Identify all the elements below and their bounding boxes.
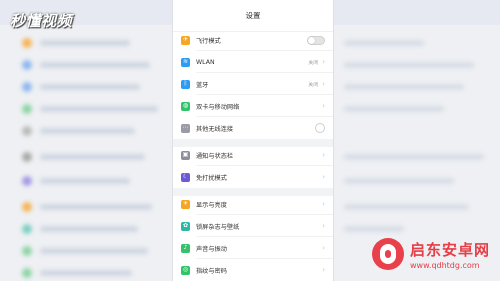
sim-icon: ◍ — [181, 101, 190, 111]
settings-row-label: 通知与状态栏 — [196, 152, 234, 160]
blurred-text — [40, 62, 150, 68]
chevron-right-icon: › — [322, 244, 325, 252]
brand-logo-icon — [372, 238, 404, 270]
chevron-right-icon: › — [322, 151, 325, 159]
blurred-icon — [22, 60, 32, 70]
blurred-text — [40, 248, 148, 254]
page-title: 设置 — [173, 0, 333, 32]
settings-row-display[interactable]: ☀ 显示与亮度 › — [173, 193, 333, 215]
settings-row-sound[interactable]: ♪ 声音与振动 › — [173, 237, 333, 259]
blurred-icon — [22, 38, 32, 48]
blurred-icon — [22, 176, 32, 186]
settings-row-label: 声音与振动 — [196, 245, 227, 253]
sound-icon: ♪ — [181, 243, 190, 253]
blurred-text — [40, 40, 130, 46]
fingerprint-icon: ◎ — [181, 265, 190, 275]
settings-row-airplane-mode[interactable]: ✈ 飞行模式 — [173, 29, 333, 51]
settings-row-label: 免打扰模式 — [196, 174, 227, 182]
blurred-icon — [22, 246, 32, 256]
other-wireless-radio[interactable] — [315, 123, 325, 133]
brand-url: www.qdhtdg.com — [410, 260, 480, 270]
settings-row-label: 显示与亮度 — [196, 201, 227, 209]
settings-row-fingerprint[interactable]: ◎ 指纹与密码 › — [173, 259, 333, 281]
chevron-right-icon: › — [322, 102, 325, 110]
blurred-text — [40, 154, 145, 160]
bluetooth-icon: ᛒ — [181, 79, 190, 89]
notification-icon: ▣ — [181, 150, 190, 160]
blurred-text — [40, 178, 130, 184]
toggle-knob — [308, 36, 315, 44]
blurred-text — [40, 128, 135, 134]
blurred-icon — [22, 268, 32, 278]
blurred-text — [40, 84, 140, 90]
blurred-text — [344, 106, 444, 112]
settings-row-wallpaper[interactable]: ✿ 锁屏杂志与壁纸 › — [173, 215, 333, 237]
blurred-text — [344, 84, 464, 90]
settings-row-bluetooth[interactable]: ᛒ 蓝牙 关闭 › — [173, 73, 333, 95]
settings-row-label: 飞行模式 — [196, 37, 221, 45]
blurred-text — [344, 40, 424, 46]
chevron-right-icon: › — [322, 266, 325, 274]
blurred-text — [344, 204, 469, 210]
airplane-mode-toggle[interactable] — [307, 35, 325, 45]
settings-row-wlan[interactable]: ≋ WLAN 关闭 › — [173, 51, 333, 73]
blurred-text — [344, 62, 474, 68]
settings-row-label: 双卡与移动网络 — [196, 103, 240, 111]
wireless-icon: ⋯ — [181, 123, 190, 133]
blurred-text — [344, 178, 454, 184]
blurred-text — [40, 204, 152, 210]
settings-row-do-not-disturb[interactable]: ☾ 免打扰模式 › — [173, 166, 333, 188]
moon-icon: ☾ — [181, 172, 190, 182]
brand-name: 启东安卓网 — [410, 240, 491, 259]
watermark-logo: 秒懂视频 — [10, 12, 73, 30]
settings-row-label: 指纹与密码 — [196, 267, 227, 275]
settings-row-dual-sim[interactable]: ◍ 双卡与移动网络 › — [173, 95, 333, 117]
blurred-icon — [22, 152, 32, 162]
blurred-text — [40, 226, 138, 232]
blurred-text — [344, 154, 484, 160]
chevron-right-icon: › — [322, 173, 325, 181]
chevron-right-icon: › — [322, 222, 325, 230]
blurred-icon — [22, 224, 32, 234]
settings-row-notifications[interactable]: ▣ 通知与状态栏 › — [173, 144, 333, 166]
blurred-icon — [22, 126, 32, 136]
blurred-text — [40, 270, 132, 276]
settings-panel: 设置 ✈ 飞行模式 ≋ WLAN 关闭 › ᛒ 蓝牙 关闭 › ◍ 双卡与移动网… — [172, 0, 334, 281]
settings-row-label: 蓝牙 — [196, 81, 209, 89]
settings-row-label: WLAN — [196, 58, 215, 66]
brand-watermark: 启东安卓网 www.qdhtdg.com — [372, 238, 490, 270]
chevron-right-icon: › — [322, 200, 325, 208]
blurred-icon — [22, 82, 32, 92]
blurred-icon — [22, 202, 32, 212]
settings-row-other-wireless[interactable]: ⋯ 其他无线连接 — [173, 117, 333, 139]
wifi-icon: ≋ — [181, 57, 190, 67]
chevron-right-icon: › — [322, 80, 325, 88]
wallpaper-icon: ✿ — [181, 221, 190, 231]
display-icon: ☀ — [181, 199, 190, 209]
wlan-status: 关闭 — [308, 60, 318, 66]
blurred-icon — [22, 104, 32, 114]
chevron-right-icon: › — [322, 58, 325, 66]
settings-row-label: 锁屏杂志与壁纸 — [196, 223, 240, 231]
settings-row-label: 其他无线连接 — [196, 125, 234, 133]
blurred-text — [344, 226, 404, 232]
background-left-pane — [0, 0, 172, 281]
blurred-text — [40, 106, 158, 112]
airplane-icon: ✈ — [181, 35, 190, 45]
bluetooth-status: 关闭 — [308, 82, 318, 88]
background-topbar — [334, 0, 500, 25]
